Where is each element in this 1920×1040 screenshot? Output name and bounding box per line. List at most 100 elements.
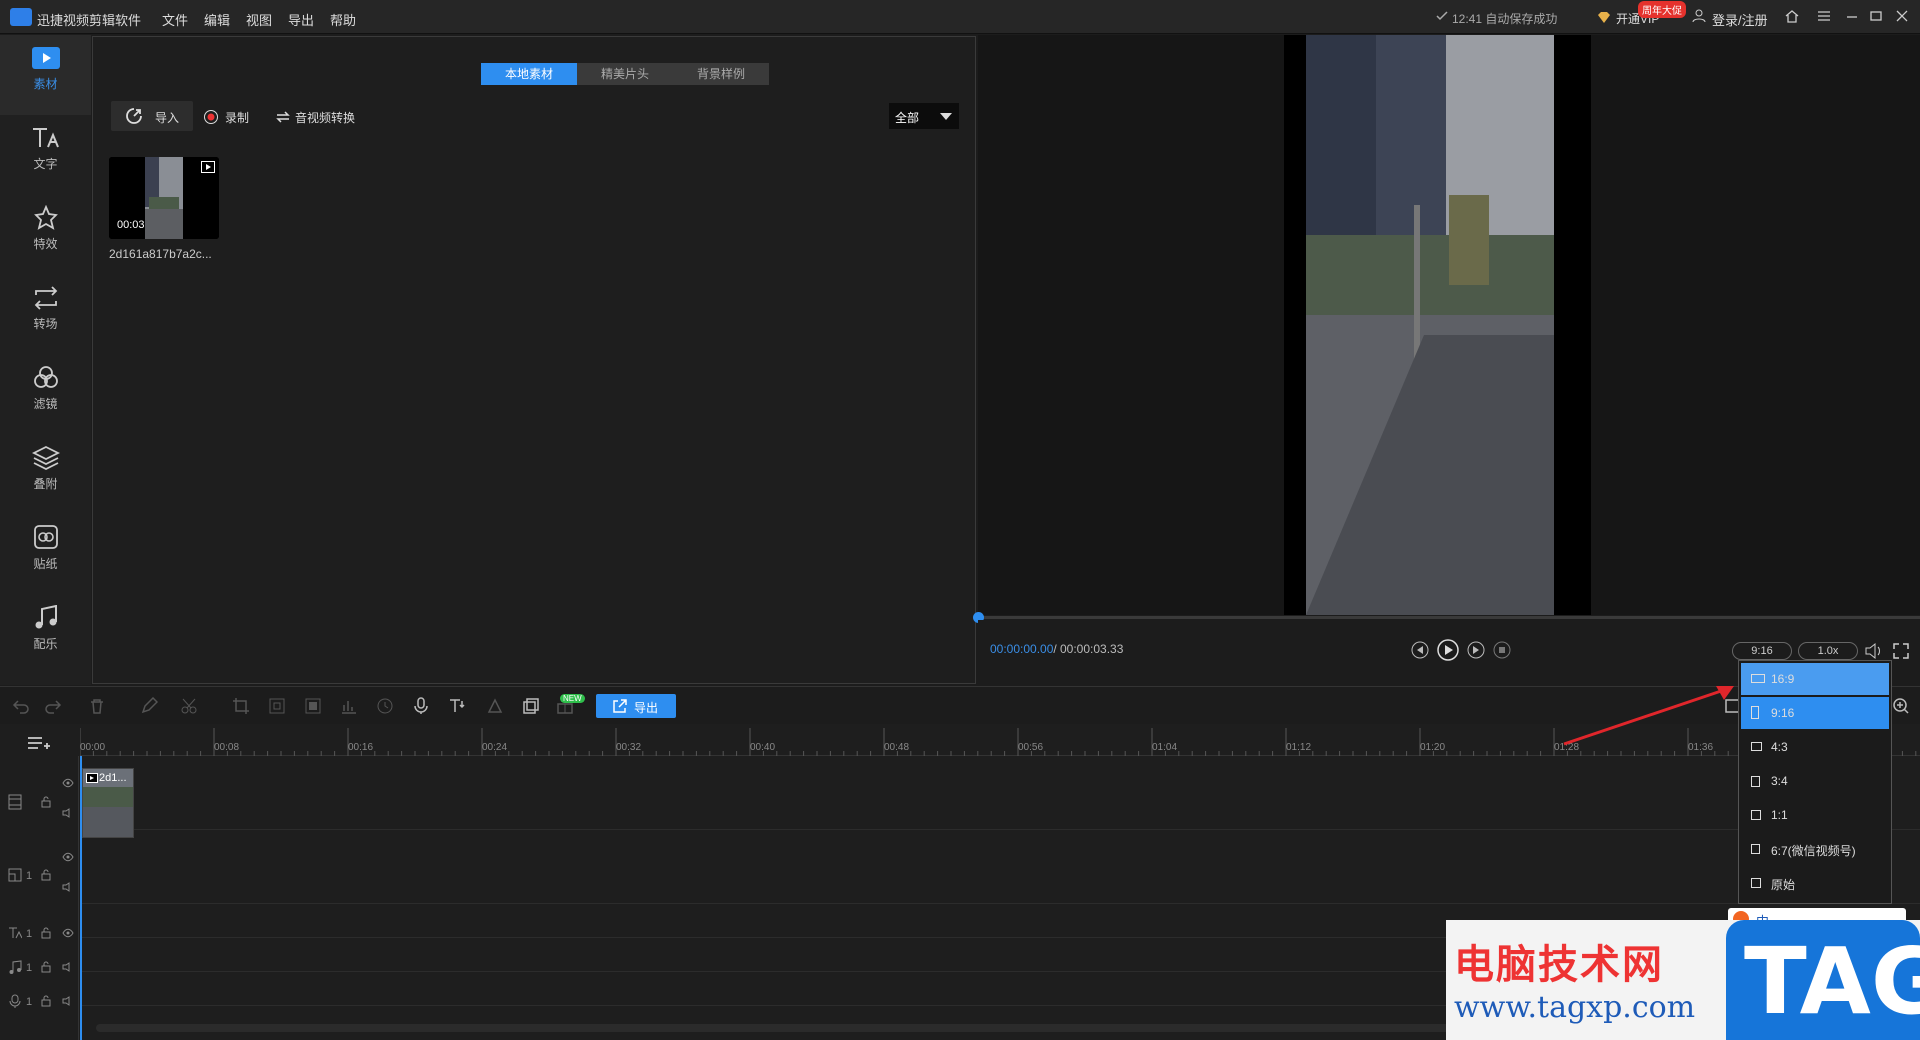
video-type-icon: [201, 161, 215, 173]
crop-icon[interactable]: [232, 697, 250, 715]
prev-frame-icon[interactable]: [1410, 640, 1430, 660]
tab-local-media[interactable]: 本地素材: [481, 63, 577, 85]
cut-icon[interactable]: [180, 697, 198, 715]
sidebar-item-text[interactable]: 文字: [0, 115, 91, 195]
menu-view[interactable]: 视图: [246, 10, 272, 29]
timeline-clip[interactable]: 2d1...: [82, 768, 134, 838]
sidebar-item-transition[interactable]: 转场: [0, 275, 91, 355]
lock-icon[interactable]: [40, 961, 52, 973]
overlay-track[interactable]: [80, 830, 1920, 904]
sidebar-item-overlay[interactable]: 叠附: [0, 435, 91, 515]
track-number: 1: [26, 996, 33, 1008]
effects-icon: [33, 205, 58, 230]
volume-icon[interactable]: [1864, 642, 1884, 660]
menu-export[interactable]: 导出: [288, 10, 314, 29]
add-track-icon[interactable]: [28, 736, 50, 752]
ratio-option-6-7[interactable]: 6:7(微信视频号): [1741, 833, 1889, 865]
timeline-scrollbar[interactable]: [96, 1024, 1596, 1032]
tab-backgrounds[interactable]: 背景样例: [673, 63, 769, 85]
export-button[interactable]: 导出: [596, 694, 676, 718]
media-thumbnail[interactable]: 00:03: [109, 157, 219, 239]
sidebar-item-media[interactable]: 素材: [0, 35, 91, 115]
watermark-url: www.tagxp.com: [1454, 990, 1696, 1025]
lock-icon[interactable]: [40, 796, 52, 808]
sidebar-item-effects[interactable]: 特效: [0, 195, 91, 275]
lock-icon[interactable]: [40, 995, 52, 1007]
resize-icon[interactable]: [268, 697, 286, 715]
ratio-option-3-4[interactable]: 3:4: [1741, 765, 1889, 797]
copy-icon[interactable]: [522, 697, 540, 715]
minimize-icon[interactable]: [1844, 8, 1862, 26]
menu-file[interactable]: 文件: [162, 10, 188, 29]
text-to-speech-icon[interactable]: [448, 697, 466, 715]
stop-icon[interactable]: [1492, 640, 1512, 660]
tab-intros[interactable]: 精美片头: [577, 63, 673, 85]
close-icon[interactable]: [1894, 8, 1912, 26]
redo-icon[interactable]: [44, 697, 62, 715]
ratio-option-1-1[interactable]: 1:1: [1741, 799, 1889, 831]
ratio-3-4-icon: [1751, 776, 1760, 787]
user-icon: [1692, 9, 1706, 23]
eye-icon[interactable]: [62, 778, 74, 788]
ratio-option-original[interactable]: 原始: [1741, 867, 1889, 899]
speaker-icon[interactable]: [62, 996, 74, 1006]
undo-icon[interactable]: [12, 697, 30, 715]
eye-icon[interactable]: [62, 852, 74, 862]
track-number: 1: [26, 928, 33, 940]
menu-help[interactable]: 帮助: [330, 10, 356, 29]
speaker-icon[interactable]: [62, 882, 74, 892]
play-icon[interactable]: [1436, 638, 1460, 662]
home-icon[interactable]: [1784, 8, 1802, 26]
fullscreen-icon[interactable]: [1892, 642, 1910, 660]
menu-edit[interactable]: 编辑: [204, 10, 230, 29]
media-filter-select[interactable]: 全部: [889, 103, 959, 129]
speaker-icon[interactable]: [62, 962, 74, 972]
track-number: 1: [26, 870, 33, 882]
video-type-icon: [86, 773, 98, 783]
ratio-option-9-16[interactable]: 9:16: [1741, 697, 1889, 729]
ratio-4-3-icon: [1751, 742, 1762, 751]
ruler-tick-label: 00:16: [348, 742, 374, 753]
next-frame-icon[interactable]: [1466, 640, 1486, 660]
sidebar-item-music[interactable]: 配乐: [0, 595, 91, 675]
watermark-title: 电脑技术网: [1454, 941, 1664, 988]
speaker-icon[interactable]: [62, 808, 74, 818]
import-button[interactable]: 导入: [111, 101, 193, 131]
edit-icon[interactable]: [140, 697, 158, 715]
delete-icon[interactable]: [88, 697, 106, 715]
progress-track[interactable]: [978, 616, 1920, 619]
voice-change-icon[interactable]: [486, 697, 504, 715]
chart-icon[interactable]: [340, 697, 358, 715]
sidebar-item-sticker[interactable]: 贴纸: [0, 515, 91, 595]
sidebar-item-filter[interactable]: 滤镜: [0, 355, 91, 435]
ruler-tick-label: 00:56: [1018, 742, 1044, 753]
mosaic-icon[interactable]: [304, 697, 322, 715]
playhead[interactable]: [80, 756, 82, 1040]
aspect-ratio-menu: 16:9 9:16 4:3 3:4 1:1 6:7(微信视频号) 原始: [1738, 660, 1892, 904]
menu-icon[interactable]: [1816, 8, 1834, 26]
sticker-icon: [33, 525, 58, 549]
clock-icon[interactable]: [376, 697, 394, 715]
record-icon: [204, 110, 218, 124]
eye-icon[interactable]: [62, 928, 74, 938]
video-preview: [978, 35, 1920, 615]
aspect-ratio-dropdown[interactable]: 9:16: [1732, 642, 1792, 660]
lock-icon[interactable]: [40, 927, 52, 939]
speed-value: 1.0x: [1817, 645, 1839, 657]
ratio-option-16-9[interactable]: 16:9: [1741, 663, 1889, 695]
login-link[interactable]: 登录/注册: [1712, 10, 1768, 29]
video-track[interactable]: [80, 756, 1920, 830]
ratio-option-label: 3:4: [1771, 774, 1788, 788]
ratio-option-4-3[interactable]: 4:3: [1741, 731, 1889, 763]
annotation-arrow: [1563, 686, 1734, 746]
lock-icon[interactable]: [40, 869, 52, 881]
microphone-icon[interactable]: [412, 697, 430, 715]
transition-icon: [34, 286, 57, 310]
speed-dropdown[interactable]: 1.0x: [1798, 642, 1858, 660]
clip-label: 2d1...: [99, 772, 127, 784]
watermark-tag-text: TAG: [1744, 928, 1920, 1035]
maximize-icon[interactable]: [1868, 8, 1886, 26]
zoom-in-icon[interactable]: [1892, 697, 1910, 715]
sidebar-label: 素材: [33, 77, 58, 91]
ruler-tick-label: 01:12: [1286, 742, 1312, 753]
